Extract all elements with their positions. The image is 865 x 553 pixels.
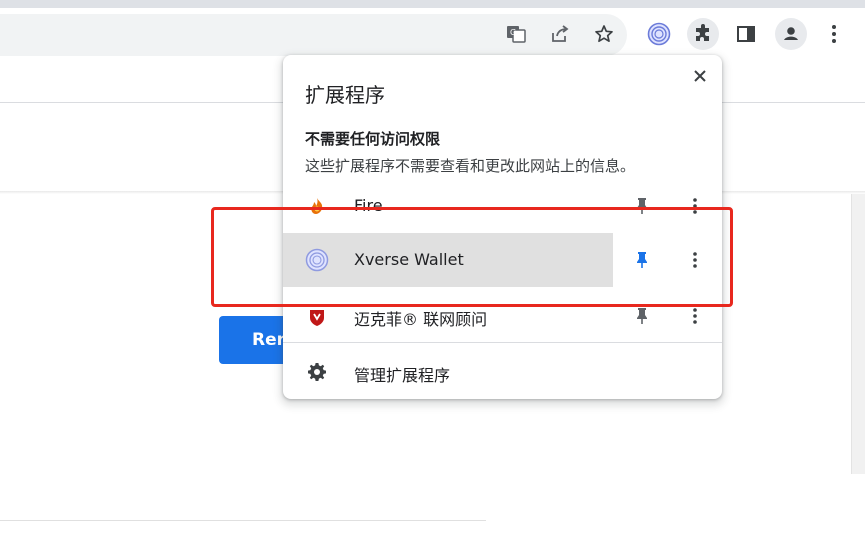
profile-avatar-icon[interactable]	[775, 18, 807, 50]
browser-toolbar: G	[0, 8, 865, 58]
page-divider	[0, 520, 486, 521]
extension-name: Xverse Wallet	[354, 250, 464, 269]
xverse-wallet-icon	[305, 248, 329, 272]
chrome-menu-icon[interactable]	[818, 18, 850, 50]
translate-icon[interactable]: G	[500, 18, 532, 50]
section-description: 这些扩展程序不需要查看和更改此网站上的信息。	[305, 157, 636, 175]
extension-item-xverse-wallet[interactable]: Xverse Wallet	[283, 233, 722, 287]
extension-name: Fire	[354, 196, 383, 215]
pin-icon[interactable]	[630, 304, 654, 328]
gear-icon	[305, 360, 329, 384]
extension-item-mcafee[interactable]: 迈克菲® 联网顾问	[283, 289, 722, 343]
tab-strip	[0, 0, 865, 8]
pin-icon[interactable]	[630, 194, 654, 218]
address-bar[interactable]	[0, 14, 627, 56]
extension-item-fire[interactable]: Fire	[283, 179, 722, 233]
manage-extensions-item[interactable]: 管理扩展程序	[283, 345, 722, 399]
side-panel-icon[interactable]	[730, 18, 762, 50]
section-title: 不需要任何访问权限	[305, 130, 441, 148]
fire-extension-icon	[305, 194, 329, 218]
svg-text:G: G	[510, 28, 516, 37]
more-options-icon[interactable]	[683, 248, 707, 272]
manage-extensions-label: 管理扩展程序	[354, 366, 451, 385]
more-options-icon[interactable]	[683, 194, 707, 218]
popup-title: 扩展程序	[305, 83, 385, 107]
share-icon[interactable]	[544, 18, 576, 50]
more-options-icon[interactable]	[683, 304, 707, 328]
page-scrollbar[interactable]	[851, 194, 865, 474]
extension-name: 迈克菲® 联网顾问	[354, 310, 488, 329]
close-icon[interactable]	[687, 63, 713, 89]
mcafee-shield-icon	[305, 304, 329, 328]
xverse-extension-icon[interactable]	[643, 18, 675, 50]
pin-icon-active[interactable]	[630, 248, 654, 272]
extensions-puzzle-icon[interactable]	[687, 18, 719, 50]
popup-divider	[283, 342, 722, 343]
bookmark-star-icon[interactable]	[588, 18, 620, 50]
extensions-popup: 扩展程序 不需要任何访问权限 这些扩展程序不需要查看和更改此网站上的信息。 Fi…	[283, 55, 722, 399]
